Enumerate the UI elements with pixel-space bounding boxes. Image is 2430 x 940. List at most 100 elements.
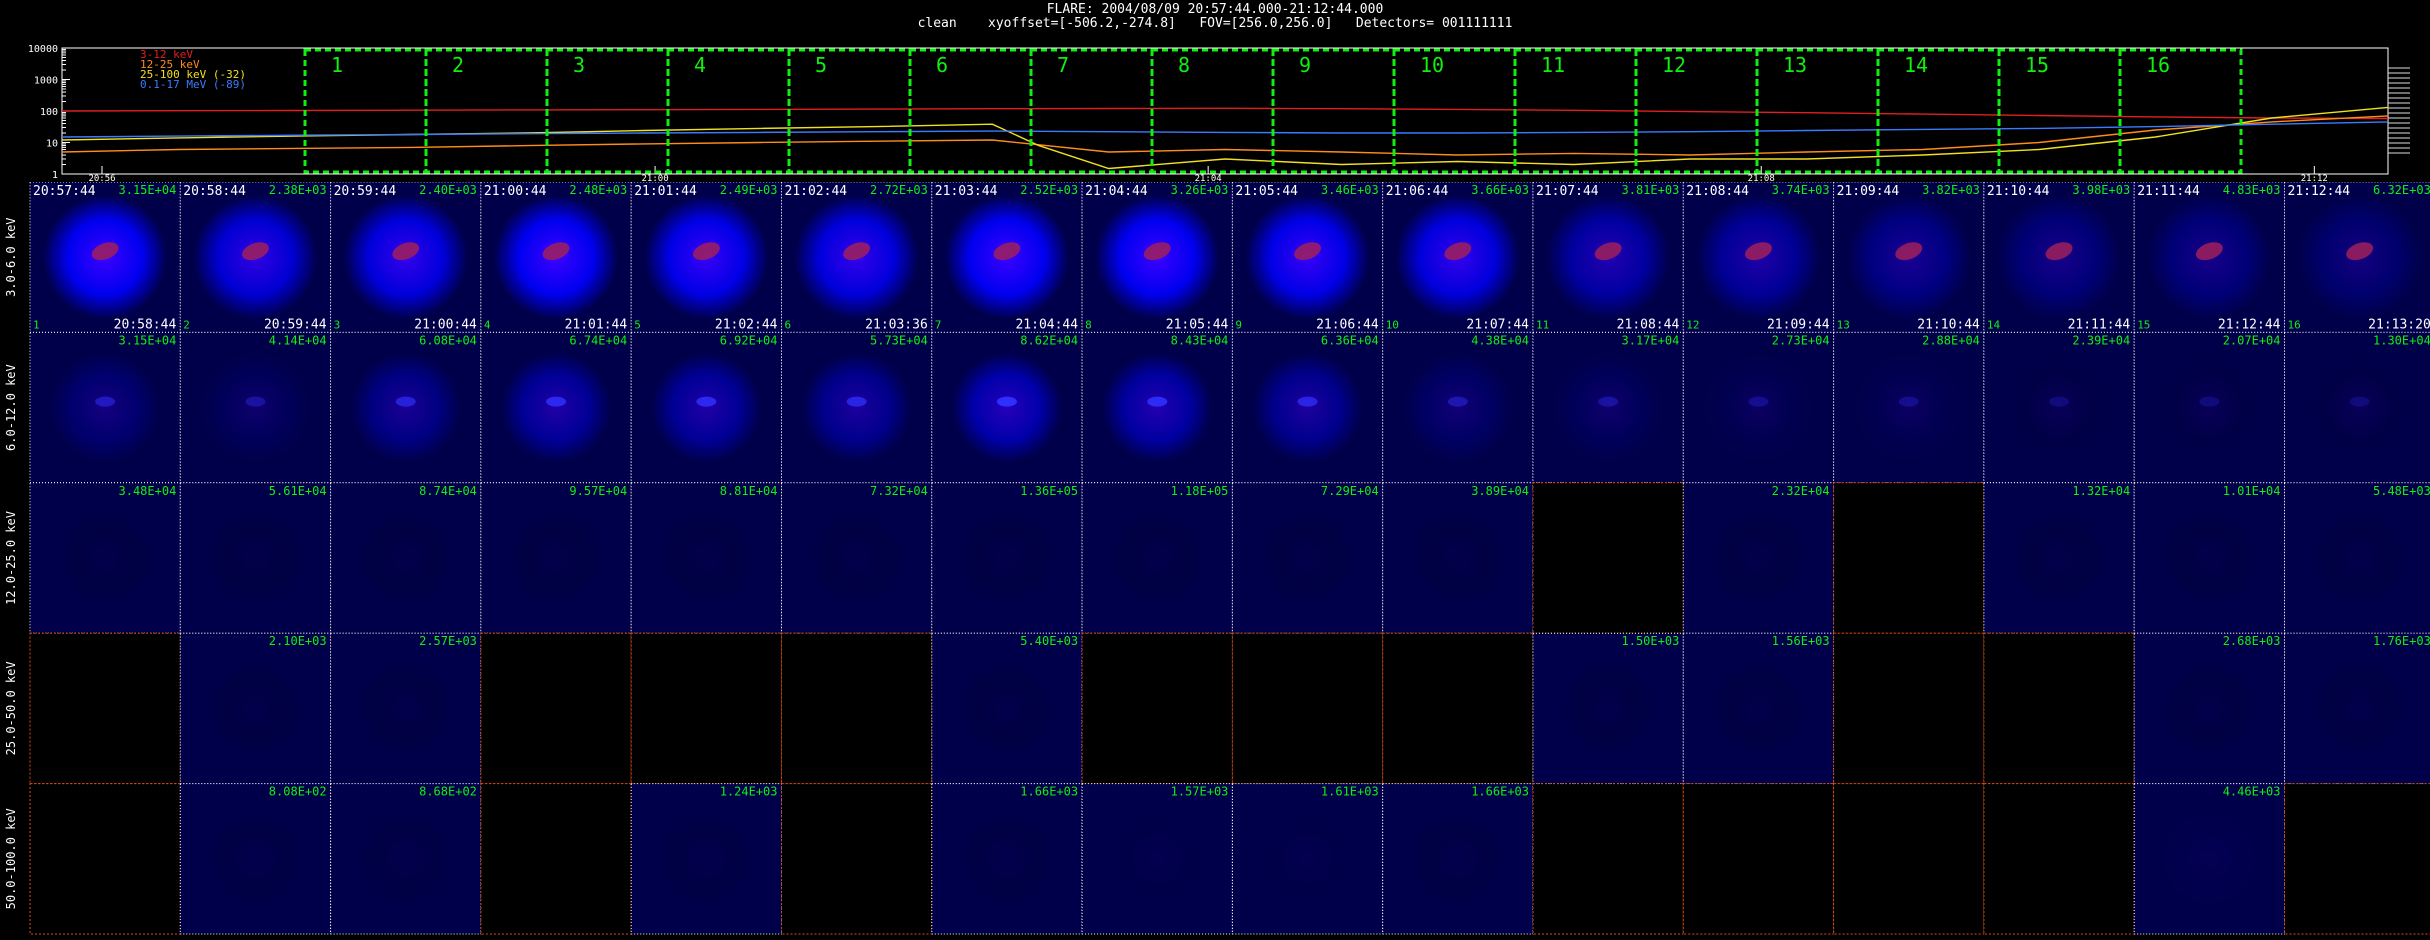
source-image (651, 352, 762, 463)
panel-start-time: 21:09:44 (1837, 184, 1900, 199)
flare-kernel (1297, 396, 1318, 407)
panel-end-time: 21:12:44 (2218, 317, 2281, 332)
time-interval-number: 12 (1662, 53, 1686, 77)
image-panel (1833, 482, 1985, 634)
time-interval-number: 3 (573, 53, 585, 77)
source-image (350, 352, 461, 463)
source-image (656, 508, 757, 608)
panel-end-time: 21:04:44 (1015, 317, 1078, 332)
panel-max-value: 3.15E+04 (119, 333, 177, 347)
panel-start-time: 21:10:44 (1987, 184, 2050, 199)
panel-max-value: 1.18E+05 (1171, 484, 1229, 498)
flare-kernel (1147, 396, 1168, 407)
panel-max-value: 1.01E+04 (2223, 484, 2281, 498)
panel-max-value: 3.17E+04 (1622, 333, 1680, 347)
image-panel (1532, 783, 1684, 935)
time-interval-number: 16 (2146, 53, 2170, 77)
panel-number: 7 (935, 318, 942, 331)
panel-start-time: 21:06:44 (1386, 184, 1449, 199)
panel-start-time: 21:02:44 (785, 184, 848, 199)
source-image (956, 508, 1057, 608)
panel-start-time: 21:04:44 (1085, 184, 1148, 199)
panel-number: 5 (634, 318, 641, 331)
time-interval-number: 7 (1057, 53, 1069, 77)
panel-max-value: 1.24E+03 (720, 785, 778, 799)
panel-max-value: 2.49E+03 (720, 183, 778, 197)
panel-number: 13 (1837, 318, 1850, 331)
panel-end-time: 21:09:44 (1767, 317, 1830, 332)
panel-max-value: 2.32E+04 (1772, 484, 1830, 498)
panel-end-time: 21:07:44 (1466, 317, 1529, 332)
flare-kernel (696, 396, 717, 407)
source-image (1708, 658, 1809, 759)
panel-max-value: 2.38E+03 (269, 183, 327, 197)
panel-start-time: 21:03:44 (935, 184, 998, 199)
source-image (2154, 352, 2265, 463)
source-image (1853, 352, 1964, 463)
panel-max-value: 1.30E+04 (2373, 333, 2430, 347)
source-image (355, 508, 456, 608)
time-interval-box (908, 48, 1033, 174)
panel-number: 12 (1686, 318, 1699, 331)
panel-number: 9 (1235, 318, 1242, 331)
flare-kernel (996, 396, 1017, 407)
panel-end-time: 20:58:44 (114, 317, 177, 332)
source-image (1407, 808, 1508, 909)
panel-max-value: 1.36E+05 (1020, 484, 1078, 498)
source-image (1558, 658, 1659, 759)
row-energy-label: 6.0-12.0 keV (4, 364, 18, 451)
time-interval-number: 9 (1299, 53, 1311, 77)
panel-max-value: 9.57E+04 (569, 484, 627, 498)
time-interval-box (1029, 48, 1154, 174)
panel-max-value: 6.92E+04 (720, 333, 778, 347)
flare-kernel (2349, 396, 2370, 407)
panel-max-value: 2.73E+04 (1772, 333, 1830, 347)
panel-max-value: 6.36E+04 (1321, 333, 1379, 347)
panel-end-time: 21:01:44 (565, 317, 628, 332)
panel-max-value: 8.43E+04 (1171, 333, 1229, 347)
panel-max-value: 5.48E+03 (2373, 484, 2430, 498)
source-image (656, 808, 757, 909)
time-interval-number: 2 (452, 53, 464, 77)
x-tick-label: 21:12 (2301, 174, 2328, 182)
panel-end-time: 21:02:44 (715, 317, 778, 332)
panel-max-value: 8.74E+04 (419, 484, 477, 498)
panel-max-value: 8.08E+02 (269, 785, 327, 799)
flare-kernel (2199, 396, 2220, 407)
panel-max-value: 2.48E+03 (569, 183, 627, 197)
panel-end-time: 21:13:20 (2368, 317, 2430, 332)
panel-max-value: 3.81E+03 (1622, 183, 1680, 197)
panel-number: 15 (2137, 318, 2150, 331)
series-line (61, 106, 2389, 170)
panel-max-value: 1.50E+03 (1622, 634, 1680, 648)
time-interval-number: 10 (1420, 53, 1444, 77)
image-panel (781, 783, 933, 935)
image-panel (1682, 783, 1835, 935)
time-interval-box (1755, 48, 1880, 174)
flare-kernel (546, 396, 567, 407)
image-parameters: clean xyoffset=[-506.2,-274.8] FOV=[256.… (917, 16, 1513, 31)
panel-max-value: 2.72E+03 (870, 183, 928, 197)
source-image (1257, 808, 1358, 909)
panel-start-time: 21:12:44 (2288, 184, 2351, 199)
panel-max-value: 4.14E+04 (269, 333, 327, 347)
y-tick-label: 10 (46, 139, 58, 150)
source-image (956, 658, 1057, 759)
time-interval-number: 15 (2025, 53, 2049, 77)
image-panel (2284, 783, 2430, 935)
panel-max-value: 3.26E+03 (1171, 183, 1229, 197)
panel-max-value: 1.66E+03 (1020, 785, 1078, 799)
panel-max-value: 3.48E+04 (119, 484, 177, 498)
source-image (355, 658, 456, 759)
panel-max-value: 2.57E+03 (419, 634, 477, 648)
panel-start-time: 21:00:44 (484, 184, 547, 199)
time-interval-box (787, 48, 912, 174)
source-image (2004, 352, 2115, 463)
time-interval-number: 11 (1541, 53, 1565, 77)
panel-max-value: 1.32E+04 (2072, 484, 2130, 498)
panel-end-time: 21:00:44 (414, 317, 477, 332)
panel-max-value: 2.39E+04 (2072, 333, 2130, 347)
panel-start-time: 21:07:44 (1536, 184, 1599, 199)
time-interval-number: 8 (1178, 53, 1190, 77)
time-interval-number: 13 (1783, 53, 1807, 77)
